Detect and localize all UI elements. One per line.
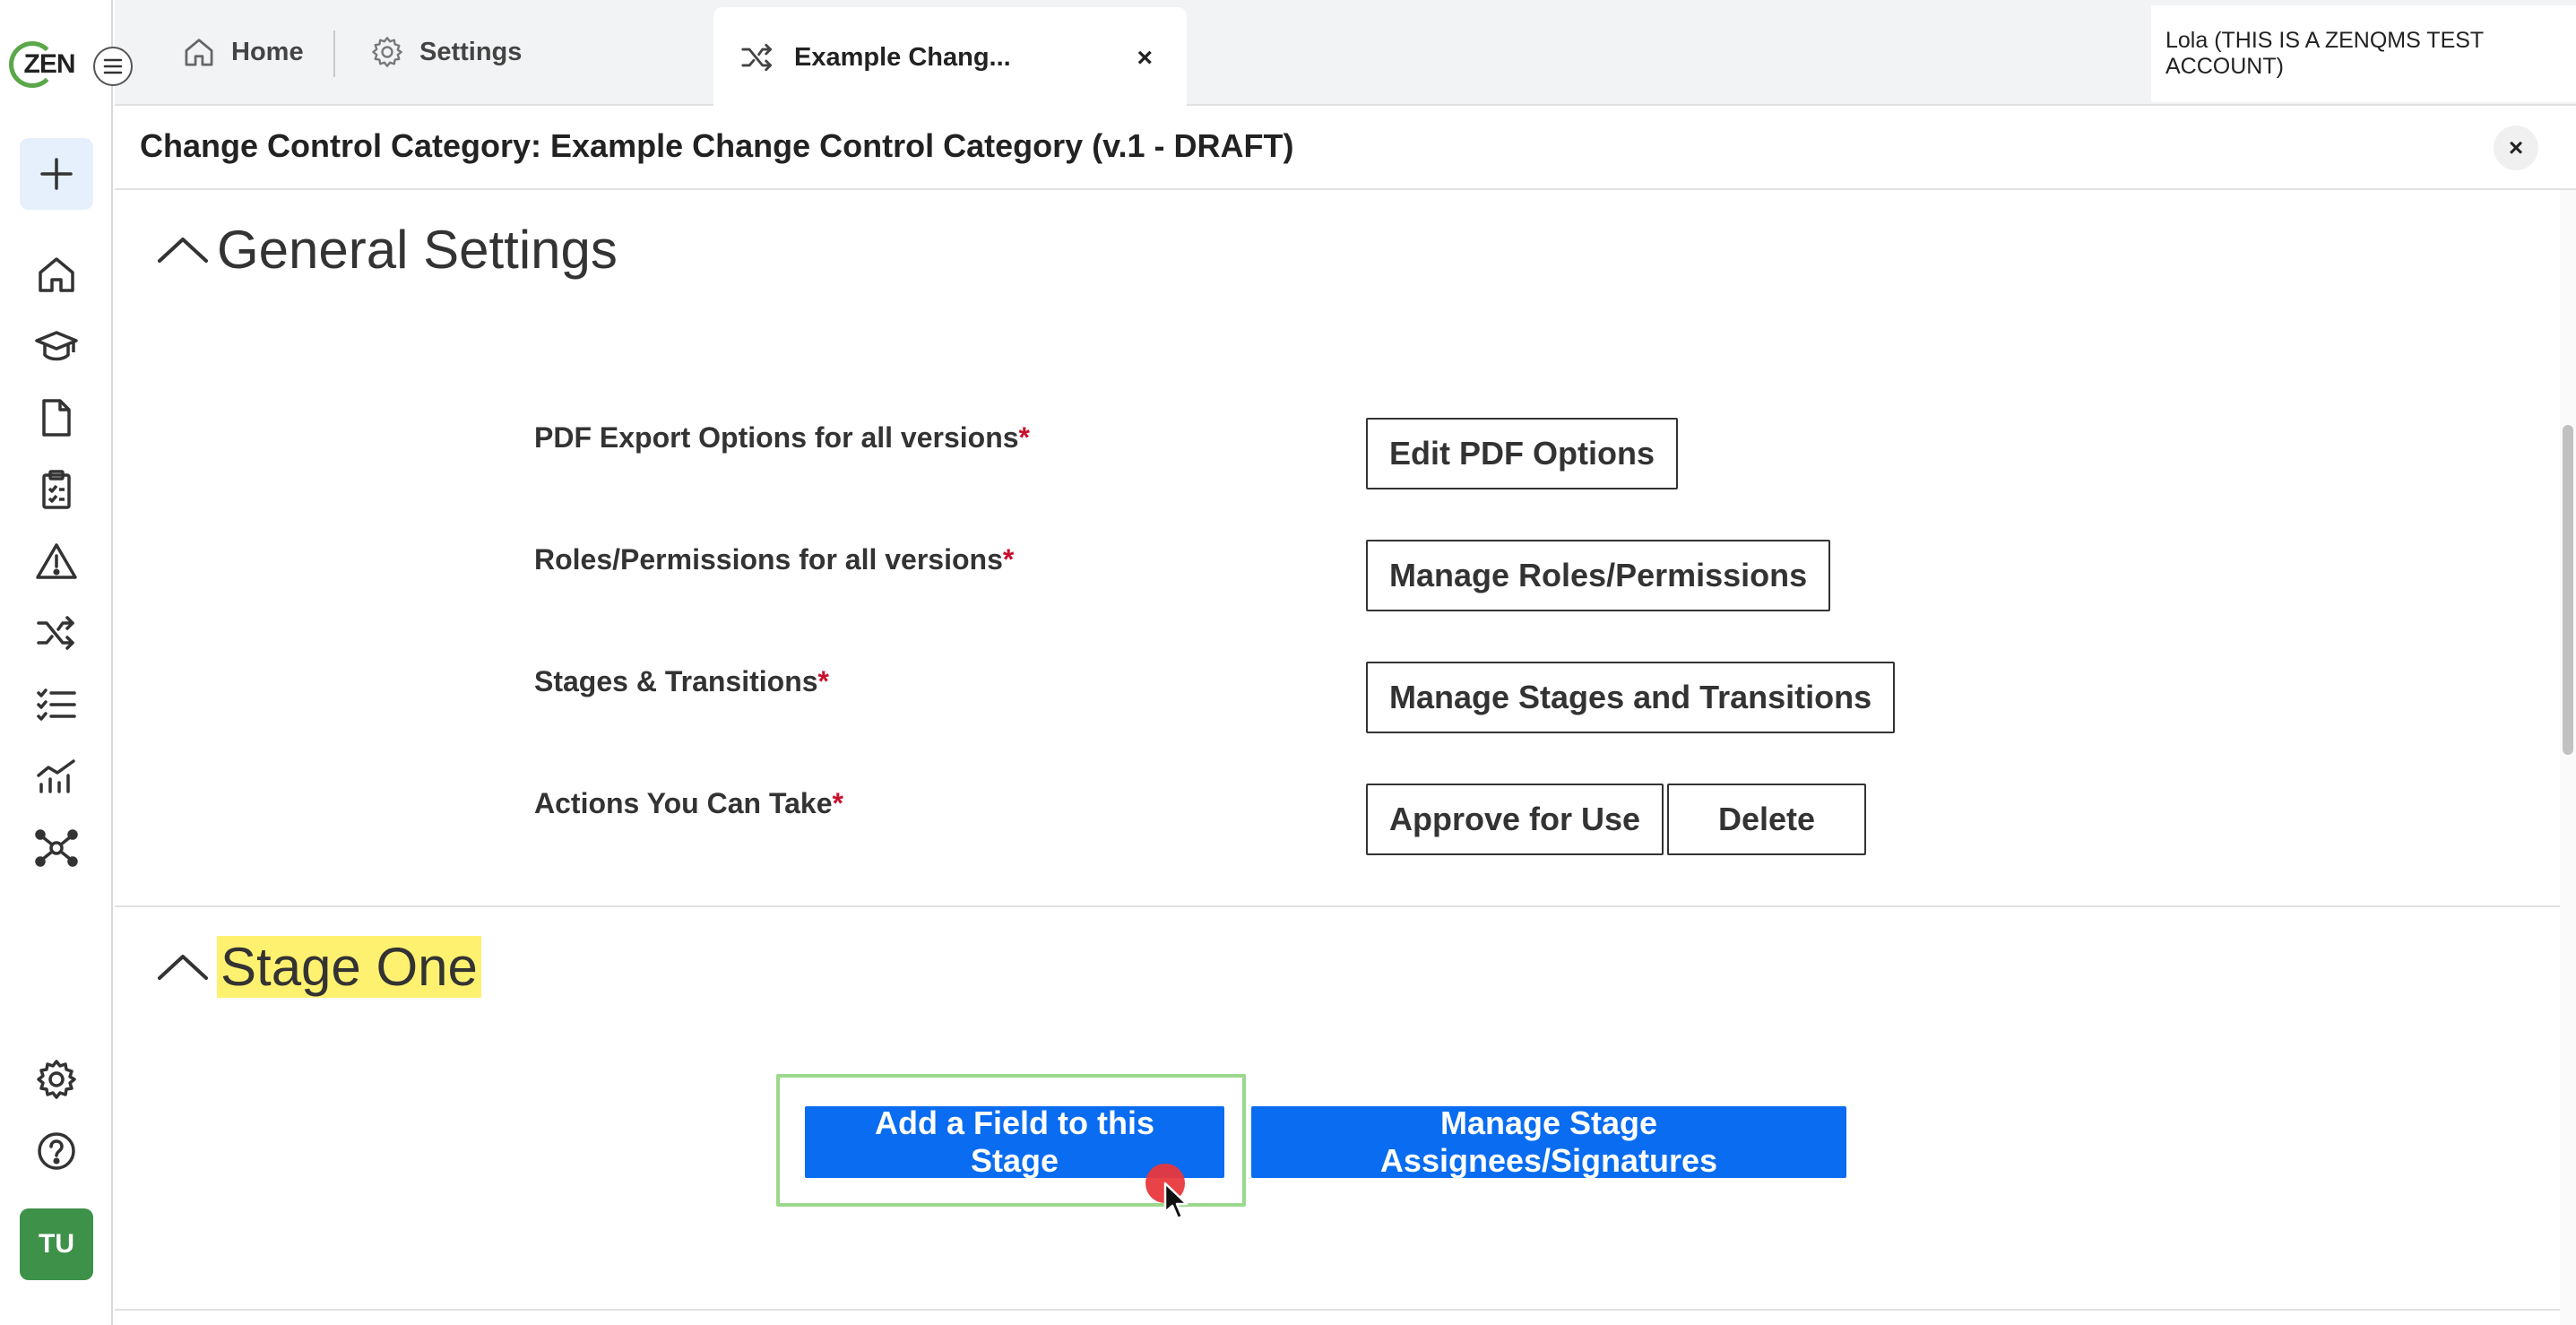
checklist-icon — [37, 688, 76, 721]
create-new-button[interactable] — [20, 138, 93, 210]
clipboard-checklist-icon — [42, 470, 71, 509]
logo-text: ZEN — [23, 49, 76, 79]
section-divider — [115, 905, 2560, 907]
mouse-cursor-icon — [1163, 1182, 1189, 1220]
scrollbar-thumb[interactable] — [2563, 425, 2573, 755]
content-header: Change Control Category: Example Change … — [115, 108, 2576, 190]
roles-permissions-label: Roles/Permissions for all versions* — [534, 543, 1014, 576]
gear-icon — [37, 1060, 76, 1099]
chevron-up-icon — [158, 237, 208, 263]
tab-settings[interactable]: Settings — [371, 25, 522, 79]
required-marker: * — [1002, 543, 1015, 576]
manage-roles-permissions-button[interactable]: Manage Roles/Permissions — [1366, 540, 1831, 611]
actions-label-text: Actions You Can Take — [534, 787, 833, 819]
network-icon — [35, 829, 78, 867]
required-marker: * — [1018, 421, 1030, 454]
vertical-scrollbar[interactable] — [2560, 190, 2576, 1325]
sidebar-item-analytics[interactable] — [31, 751, 82, 801]
sidebar-item-documents[interactable] — [31, 393, 82, 443]
general-settings-header[interactable]: General Settings — [156, 219, 618, 281]
stage-one-header[interactable]: Stage One — [156, 936, 481, 998]
stage-one-title: Stage One — [217, 936, 481, 998]
sidebar-item-change-control[interactable] — [31, 608, 82, 658]
app-window: ZEN TU Home Settings Example Chang... × … — [0, 0, 2576, 1325]
manage-stage-assignees-button[interactable]: Manage Stage Assignees/Signatures — [1251, 1104, 1846, 1179]
help-icon — [38, 1132, 75, 1170]
stages-transitions-label: Stages & Transitions* — [534, 665, 829, 698]
zen-logo[interactable]: ZEN — [9, 38, 77, 91]
sidebar-item-settings[interactable] — [31, 1054, 82, 1104]
pdf-export-label-text: PDF Export Options for all versions — [534, 421, 1019, 454]
approve-for-use-button[interactable]: Approve for Use — [1366, 784, 1664, 855]
general-settings-title: General Settings — [217, 220, 618, 280]
shuffle-icon — [741, 43, 772, 72]
sidebar-item-audits[interactable] — [31, 464, 82, 515]
required-marker: * — [832, 787, 843, 819]
tab-home[interactable]: Home — [183, 25, 304, 79]
analytics-chart-icon — [37, 759, 75, 793]
tab-home-label: Home — [231, 37, 304, 66]
delete-button[interactable]: Delete — [1667, 784, 1866, 855]
close-panel-button[interactable]: × — [2494, 126, 2538, 170]
avatar[interactable]: TU — [20, 1208, 93, 1280]
page-title: Change Control Category: Example Change … — [140, 127, 1294, 164]
edit-pdf-options-button[interactable]: Edit PDF Options — [1366, 418, 1678, 489]
menu-toggle-button[interactable] — [93, 47, 133, 86]
sidebar: ZEN TU — [0, 0, 113, 1325]
required-marker: * — [817, 665, 829, 697]
sidebar-item-issues[interactable] — [31, 536, 82, 586]
sidebar-item-network[interactable] — [31, 823, 82, 873]
sidebar-item-tasks[interactable] — [31, 680, 82, 730]
chevron-up-icon — [158, 954, 208, 980]
pdf-export-label: PDF Export Options for all versions* — [534, 421, 1030, 455]
graduation-cap-icon — [35, 331, 78, 361]
tab-settings-label: Settings — [419, 37, 523, 66]
gear-icon — [372, 37, 402, 67]
sidebar-item-training[interactable] — [31, 321, 82, 371]
tab-bar: Home Settings Example Chang... × Lola (T… — [115, 0, 2576, 108]
warning-triangle-icon — [36, 543, 77, 579]
user-account-label[interactable]: Lola (THIS IS A ZENQMS TEST ACCOUNT) — [2151, 5, 2576, 102]
hamburger-menu-icon — [103, 58, 123, 74]
shuffle-icon — [37, 616, 74, 650]
tab-divider — [333, 30, 335, 77]
roles-permissions-label-text: Roles/Permissions for all versions — [534, 543, 1003, 576]
document-icon — [42, 399, 71, 437]
tab-active-label: Example Chang... — [794, 42, 1011, 72]
section-divider — [115, 1309, 2560, 1311]
home-icon — [185, 39, 213, 66]
tab-close-button[interactable]: × — [1137, 43, 1153, 74]
stages-transitions-label-text: Stages & Transitions — [534, 665, 818, 697]
sidebar-item-help[interactable] — [31, 1126, 82, 1176]
manage-stages-transitions-button[interactable]: Manage Stages and Transitions — [1366, 662, 1896, 733]
actions-label: Actions You Can Take* — [534, 787, 843, 820]
sidebar-item-home[interactable] — [31, 249, 82, 299]
plus-icon — [40, 158, 73, 190]
home-icon — [39, 257, 74, 292]
tab-example-change-control[interactable]: Example Chang... × — [713, 7, 1187, 108]
